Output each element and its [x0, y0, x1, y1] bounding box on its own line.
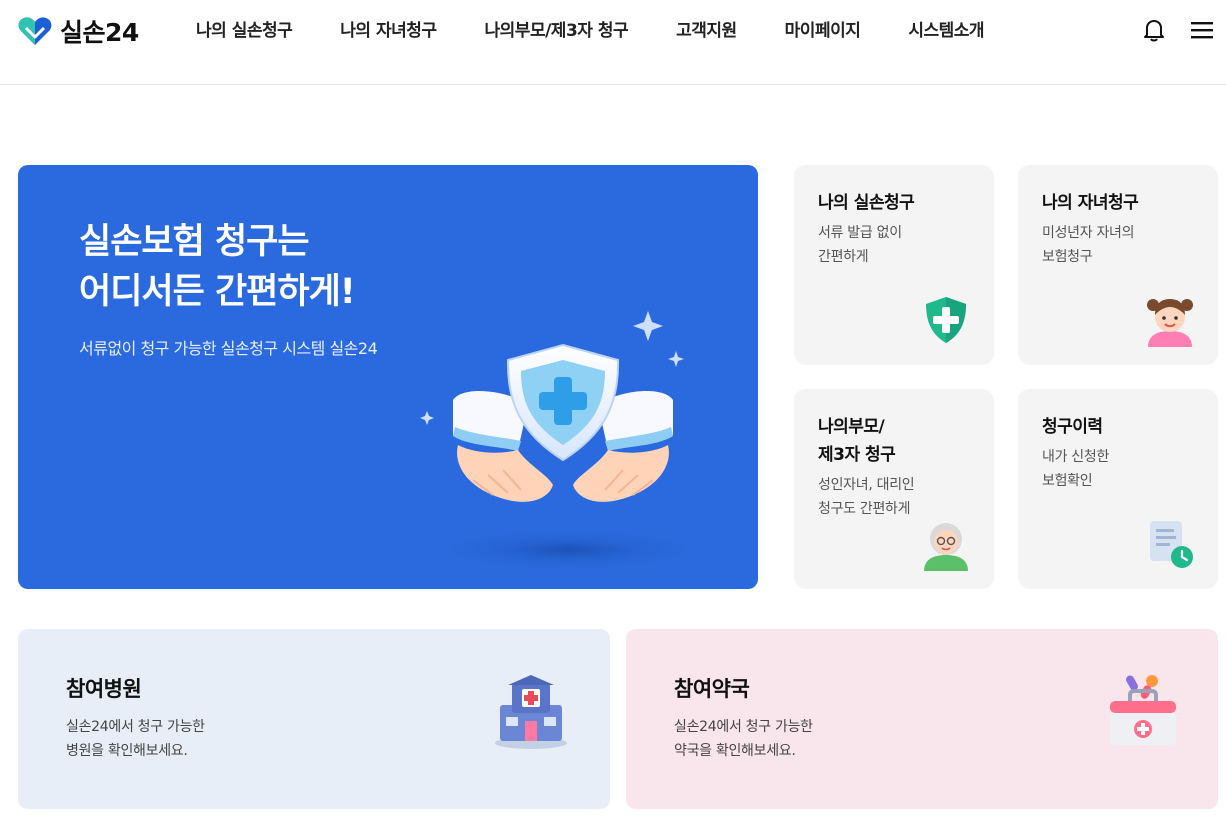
menu-icon[interactable]: [1189, 17, 1215, 43]
card-title: 나의 실손청구: [818, 193, 915, 213]
main-nav: 나의 실손청구 나의 자녀청구 나의부모/제3자 청구 고객지원 마이페이지 시…: [172, 17, 1008, 45]
card-description: 미성년자 자녀의 보험청구: [1042, 225, 1135, 265]
child-icon: [1147, 299, 1193, 347]
nav-customer-support[interactable]: 고객지원: [652, 17, 761, 45]
first-aid-kit-icon: [1110, 675, 1176, 745]
card-description: 실손24에서 청구 가능한 병원을 확인해보세요.: [66, 719, 205, 759]
nav-parent-third-party-claim[interactable]: 나의부모/제3자 청구: [461, 17, 653, 45]
hero-banner[interactable]: 실손보험 청구는 어디서든 간편하게! 서류없이 청구 가능한 실손청구 시스템…: [18, 165, 758, 589]
grandparent-icon: [924, 523, 968, 571]
card-description: 내가 신청한 보험확인: [1042, 449, 1110, 489]
shield-plus-icon: [926, 297, 966, 343]
hero-title-line2: 어디서든 간편하게!: [79, 272, 356, 312]
card-parent-third-party-claim[interactable]: 나의부모/ 제3자 청구 성인자녀, 대리인 청구도 간편하게: [794, 389, 994, 589]
card-claim-history[interactable]: 청구이력 내가 신청한 보험확인: [1018, 389, 1218, 589]
nav-my-page[interactable]: 마이페이지: [761, 17, 885, 45]
card-title: 참여약국: [674, 677, 750, 701]
card-child-claim[interactable]: 나의 자녀청구 미성년자 자녀의 보험청구: [1018, 165, 1218, 365]
document-clock-icon: [1150, 521, 1193, 568]
hero-subtitle: 서류없이 청구 가능한 실손청구 시스템 실손24: [79, 339, 378, 358]
nav-child-claim[interactable]: 나의 자녀청구: [316, 17, 460, 45]
card-title: 나의부모/ 제3자 청구: [818, 417, 896, 465]
card-title: 나의 자녀청구: [1042, 193, 1139, 213]
heart-logo-icon: [18, 17, 52, 45]
card-description: 성인자녀, 대리인 청구도 간편하게: [818, 477, 915, 517]
nav-my-claim[interactable]: 나의 실손청구: [172, 17, 316, 45]
participating-pharmacies-card[interactable]: 참여약국 실손24에서 청구 가능한 약국을 확인해보세요.: [626, 629, 1218, 809]
card-description: 실손24에서 청구 가능한 약국을 확인해보세요.: [674, 719, 813, 759]
nav-system-intro[interactable]: 시스템소개: [884, 17, 1008, 45]
card-description: 서류 발급 없이 간편하게: [818, 225, 902, 265]
site-header: 실손24 나의 실손청구 나의 자녀청구 나의부모/제3자 청구 고객지원 마이…: [0, 0, 1226, 85]
hands-shield-illustration: [420, 311, 708, 572]
logo-text: 실손24: [60, 18, 139, 47]
participating-hospitals-card[interactable]: 참여병원 실손24에서 청구 가능한 병원을 확인해보세요.: [18, 629, 610, 809]
card-title: 참여병원: [66, 677, 142, 701]
hero-title: 실손보험 청구는 어디서든 간편하게!: [79, 217, 356, 317]
bell-icon[interactable]: [1141, 17, 1167, 43]
card-my-claim[interactable]: 나의 실손청구 서류 발급 없이 간편하게: [794, 165, 994, 365]
logo[interactable]: 실손24: [18, 14, 139, 48]
card-title: 청구이력: [1042, 417, 1103, 437]
hospital-icon: [495, 675, 567, 749]
hero-title-line1: 실손보험 청구는: [79, 222, 310, 262]
